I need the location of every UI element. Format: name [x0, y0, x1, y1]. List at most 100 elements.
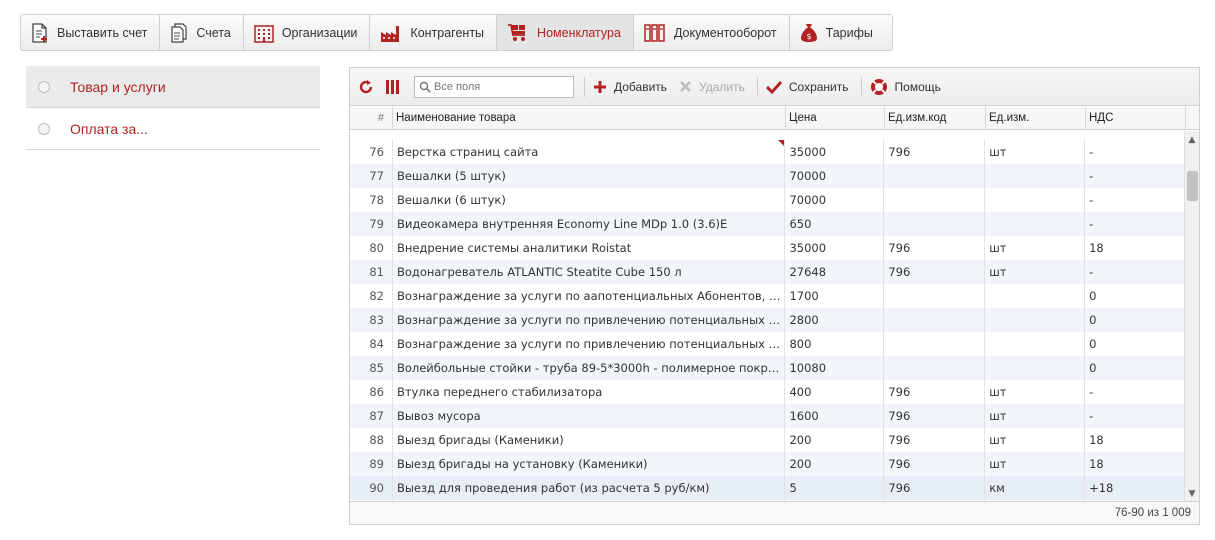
table-cell[interactable]: 70000	[785, 164, 885, 188]
save-button[interactable]: Сохранить	[765, 80, 849, 94]
table-cell[interactable]: шт	[985, 260, 1086, 284]
sidebar-item-goods-services[interactable]: Товар и услуги	[26, 66, 320, 108]
table-row[interactable]: 89 Выезд бригады на установку (Каменики) 2…	[350, 452, 1185, 476]
table-cell[interactable]: 796	[884, 452, 986, 476]
table-cell[interactable]	[985, 332, 1086, 356]
table-cell[interactable]: 1700	[785, 284, 885, 308]
delete-button[interactable]: Удалить	[679, 80, 745, 94]
table-cell[interactable]	[985, 284, 1086, 308]
search-input[interactable]	[434, 80, 569, 93]
table-cell[interactable]	[884, 164, 986, 188]
table-cell[interactable]: Вешалки (5 штук)	[393, 164, 786, 188]
table-row[interactable]: 90 Выезд для проведения работ (из расчета…	[350, 476, 1185, 500]
table-cell[interactable]: 0	[1085, 308, 1185, 332]
table-cell[interactable]: 18	[1085, 452, 1185, 476]
table-row[interactable]: 88 Выезд бригады (Каменики) 200 796 шт 18	[350, 428, 1185, 452]
tab-nomenclature[interactable]: Номенклатура	[497, 15, 634, 50]
table-cell[interactable]: км	[985, 476, 1086, 500]
tab-tariffs[interactable]: $ Тарифы	[790, 15, 885, 50]
table-row[interactable]: 76 Верстка страниц сайта 35000 796 шт -	[350, 140, 1185, 164]
table-cell[interactable]: Видеокамера внутренняя Economy Line MDp …	[393, 212, 786, 236]
vertical-scrollbar[interactable]: ▲ ▼	[1184, 131, 1199, 503]
table-cell[interactable]: 10080	[785, 356, 885, 380]
table-cell[interactable]: 35000	[785, 236, 885, 260]
table-cell[interactable]: 796	[884, 260, 986, 284]
table-cell[interactable]: Выезд для проведения работ (из расчета 5…	[393, 476, 786, 500]
column-header-vat[interactable]: НДС	[1086, 107, 1186, 129]
table-cell[interactable]: Верстка страниц сайта	[393, 140, 786, 164]
table-row[interactable]: 83 Вознаграждение за услуги по привлечени…	[350, 308, 1185, 332]
table-cell[interactable]: 796	[884, 140, 986, 164]
column-header-unit[interactable]: Ед.изм.	[986, 107, 1086, 129]
table-cell[interactable]: 800	[785, 332, 885, 356]
table-cell[interactable]: 27648	[785, 260, 885, 284]
table-cell[interactable]	[985, 212, 1086, 236]
scroll-up-icon[interactable]: ▲	[1185, 133, 1199, 147]
column-header-name[interactable]: Наименование товара	[393, 107, 786, 129]
table-cell[interactable]: +18	[1085, 476, 1185, 500]
table-cell[interactable]: 200	[785, 428, 885, 452]
table-cell[interactable]: Вешалки (6 штук)	[393, 188, 786, 212]
table-row[interactable]: 79 Видеокамера внутренняя Economy Line MD…	[350, 212, 1185, 236]
tab-invoices[interactable]: Счета	[160, 15, 244, 50]
table-cell[interactable]	[985, 164, 1086, 188]
table-cell[interactable]: 0	[1085, 332, 1185, 356]
column-header-unit-code[interactable]: Ед.изм.код	[885, 107, 986, 129]
table-cell[interactable]: шт	[985, 140, 1086, 164]
table-cell[interactable]: 70000	[785, 188, 885, 212]
table-row[interactable]: 78 Вешалки (6 штук) 70000 -	[350, 188, 1185, 212]
table-cell[interactable]: Волейбольные стойки - труба 89-5*3000h -…	[393, 356, 786, 380]
table-cell[interactable]	[884, 212, 986, 236]
table-cell[interactable]: 650	[785, 212, 885, 236]
table-cell[interactable]: шт	[985, 452, 1086, 476]
table-cell[interactable]: 0	[1085, 284, 1185, 308]
table-cell[interactable]	[985, 308, 1086, 332]
table-cell[interactable]: -	[1085, 212, 1185, 236]
table-cell[interactable]: 35000	[785, 140, 885, 164]
table-cell[interactable]: Вывоз мусора	[393, 404, 786, 428]
table-row[interactable]: 85 Волейбольные стойки - труба 89-5*3000h…	[350, 356, 1185, 380]
table-cell[interactable]: шт	[985, 428, 1086, 452]
tab-organizations[interactable]: Организации	[244, 15, 371, 50]
table-cell[interactable]: -	[1085, 260, 1185, 284]
sidebar-item-payment-for[interactable]: Оплата за...	[26, 108, 320, 150]
table-cell[interactable]: 796	[884, 404, 986, 428]
table-cell[interactable]: -	[1085, 380, 1185, 404]
table-row[interactable]: 77 Вешалки (5 штук) 70000 -	[350, 164, 1185, 188]
table-row[interactable]: 84 Вознаграждение за услуги по привлечени…	[350, 332, 1185, 356]
refresh-icon[interactable]	[358, 79, 374, 95]
table-cell[interactable]: Вознаграждение за услуги по привлечению …	[393, 332, 786, 356]
columns-icon[interactable]	[384, 79, 400, 95]
table-cell[interactable]: Втулка переднего стабилизатора	[393, 380, 786, 404]
table-cell[interactable]	[884, 188, 986, 212]
table-cell[interactable]: 796	[884, 428, 986, 452]
table-cell[interactable]: 5	[785, 476, 885, 500]
table-cell[interactable]: 796	[884, 380, 986, 404]
table-cell[interactable]: -	[1085, 188, 1185, 212]
table-cell[interactable]	[985, 356, 1086, 380]
column-header-number[interactable]: #	[350, 107, 393, 129]
table-cell[interactable]: шт	[985, 236, 1086, 260]
table-cell[interactable]	[884, 332, 986, 356]
table-row[interactable]: 82 Вознаграждение за услуги по аапотенциа…	[350, 284, 1185, 308]
table-row[interactable]: 87 Вывоз мусора 1600 796 шт -	[350, 404, 1185, 428]
table-cell[interactable]: Выезд бригады (Каменики)	[393, 428, 786, 452]
table-row[interactable]: 86 Втулка переднего стабилизатора 400 796 шт…	[350, 380, 1185, 404]
table-cell[interactable]	[884, 284, 986, 308]
table-cell[interactable]: 18	[1085, 236, 1185, 260]
table-cell[interactable]: Внедрение системы аналитики Roistat	[393, 236, 786, 260]
table-cell[interactable]: -	[1085, 164, 1185, 188]
help-button[interactable]: Помощь	[870, 78, 941, 96]
table-cell[interactable]: 200	[785, 452, 885, 476]
table-cell[interactable]: 1600	[785, 404, 885, 428]
table-cell[interactable]: шт	[985, 404, 1086, 428]
table-row[interactable]: 80 Внедрение системы аналитики Roistat 350…	[350, 236, 1185, 260]
tab-counterparties[interactable]: Контрагенты	[370, 15, 498, 50]
add-button[interactable]: Добавить	[593, 80, 667, 94]
table-cell[interactable]: 796	[884, 236, 986, 260]
table-cell[interactable]: 18	[1085, 428, 1185, 452]
table-cell[interactable]	[884, 356, 986, 380]
search-box[interactable]	[414, 75, 574, 98]
column-header-price[interactable]: Цена	[786, 107, 885, 129]
table-cell[interactable]: Вознаграждение за услуги по привлечению …	[393, 308, 786, 332]
